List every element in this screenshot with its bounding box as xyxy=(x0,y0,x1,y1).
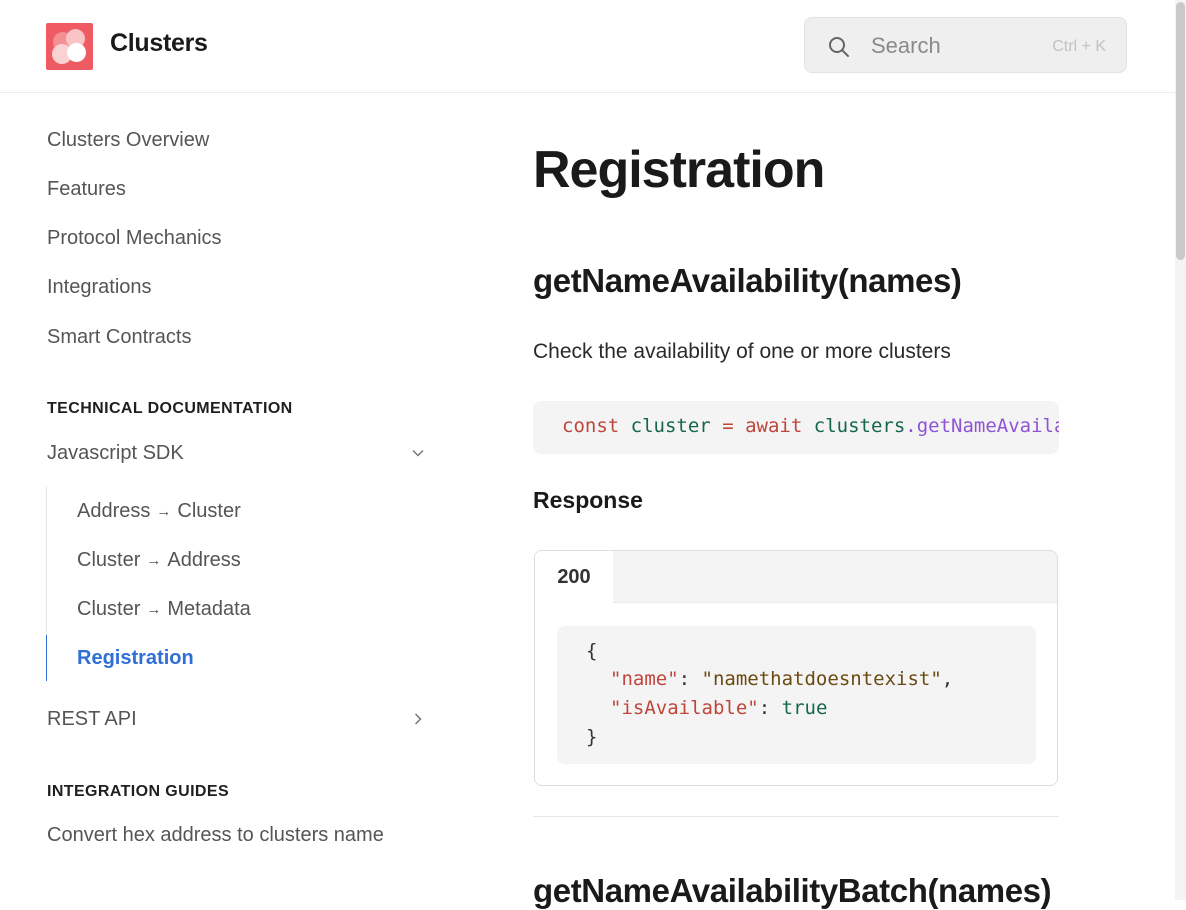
sidebar-item-label: Cluster xyxy=(77,549,141,571)
sidebar-item-convert-hex-address[interactable]: Convert hex address to clusters name xyxy=(47,824,384,847)
sidebar-item-label: Metadata xyxy=(167,598,251,620)
sidebar-section-technical-documentation: TECHNICAL DOCUMENTATION xyxy=(47,400,293,417)
search-placeholder: Search xyxy=(871,33,941,58)
sidebar-item-clusters-overview[interactable]: Clusters Overview xyxy=(47,129,209,152)
code-variable: cluster xyxy=(630,415,711,437)
json-line-name: "name": "namethatdoesntexist", xyxy=(610,668,953,690)
json-boolean-value: true xyxy=(781,697,828,719)
sidebar-item-label: Address xyxy=(77,500,151,522)
sidebar-item-features[interactable]: Features xyxy=(47,178,126,201)
json-string-value: "namethatdoesntexist" xyxy=(701,668,942,690)
sidebar-item-registration[interactable]: Registration xyxy=(77,647,194,670)
method-heading: getNameAvailability(names) xyxy=(533,262,962,299)
arrow-right-icon: → xyxy=(146,601,162,618)
json-comma: , xyxy=(941,668,954,690)
sidebar-item-integrations[interactable]: Integrations xyxy=(47,276,152,299)
sidebar-item-rest-api[interactable]: REST API xyxy=(47,708,137,731)
tab-200[interactable]: 200 xyxy=(535,551,613,603)
json-colon: : xyxy=(678,668,691,690)
method-description: Check the availability of one or more cl… xyxy=(533,340,951,363)
code-block[interactable]: const cluster = await clusters.getNameAv… xyxy=(533,401,1059,454)
page-title: Registration xyxy=(533,141,825,199)
chevron-right-icon[interactable] xyxy=(410,711,426,727)
search-icon xyxy=(829,37,849,57)
json-line-is-available: "isAvailable": true xyxy=(610,697,827,719)
sidebar-item-label: Address xyxy=(167,549,241,571)
sidebar-item-label: Cluster xyxy=(77,598,141,620)
sidebar-item-protocol-mechanics[interactable]: Protocol Mechanics xyxy=(47,227,222,250)
search-box[interactable]: Search Ctrl + K xyxy=(804,17,1127,73)
code-dot: . xyxy=(905,415,917,437)
code-function: getNameAvailability xyxy=(916,415,1059,437)
response-heading: Response xyxy=(533,487,643,513)
site-title[interactable]: Clusters xyxy=(110,29,208,58)
response-tab-bar xyxy=(535,551,1057,603)
chevron-down-icon[interactable] xyxy=(410,445,426,461)
sidebar-item-smart-contracts[interactable]: Smart Contracts xyxy=(47,326,191,349)
arrow-right-icon: → xyxy=(146,552,162,569)
response-json-block[interactable]: { "name": "namethatdoesntexist", "isAvai… xyxy=(557,626,1036,764)
code-line: const cluster = await clusters.getNameAv… xyxy=(562,415,1059,437)
section-divider xyxy=(533,816,1059,817)
code-keyword: await xyxy=(745,415,803,437)
sidebar-item-cluster-to-metadata[interactable]: Cluster → Metadata xyxy=(77,598,251,621)
sidebar-item-address-to-cluster[interactable]: Address → Cluster xyxy=(77,500,241,523)
sidebar-item-label: Cluster xyxy=(177,500,241,522)
code-object: clusters xyxy=(813,415,906,437)
sidebar-item-cluster-to-address[interactable]: Cluster → Address xyxy=(77,549,241,572)
response-panel: 200 { "name": "namethatdoesntexist", "is… xyxy=(534,550,1058,786)
json-colon: : xyxy=(758,697,771,719)
sidebar-section-integration-guides: INTEGRATION GUIDES xyxy=(47,783,230,800)
json-close-brace: } xyxy=(586,726,598,748)
page-scrollbar-thumb[interactable] xyxy=(1176,2,1185,260)
arrow-right-icon: → xyxy=(156,503,172,520)
sidebar-item-javascript-sdk[interactable]: Javascript SDK xyxy=(47,442,184,465)
clusters-logo-icon[interactable] xyxy=(46,23,93,70)
json-key: "isAvailable" xyxy=(610,697,759,719)
top-header: Clusters Search Ctrl + K xyxy=(0,0,1175,93)
sidebar-active-indicator xyxy=(46,635,47,681)
json-key: "name" xyxy=(610,668,679,690)
search-shortcut: Ctrl + K xyxy=(1052,38,1106,55)
code-operator: = xyxy=(722,415,734,437)
method-heading: getNameAvailabilityBatch(names) xyxy=(533,872,1052,909)
json-open-brace: { xyxy=(586,640,598,662)
code-keyword: const xyxy=(562,415,620,437)
